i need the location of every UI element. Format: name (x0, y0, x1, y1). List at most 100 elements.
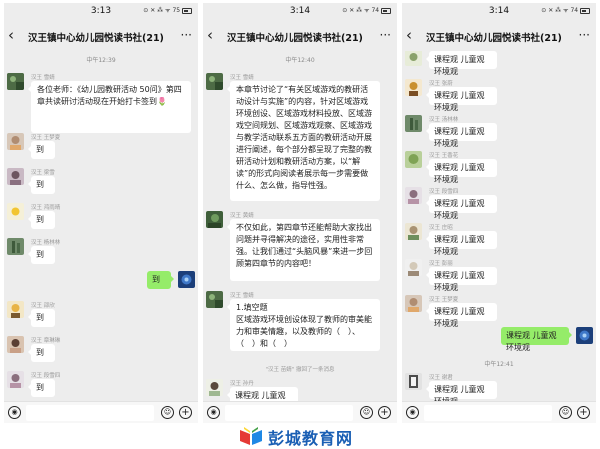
back-arrow-icon[interactable]: ‹ (207, 26, 213, 44)
battery-icon (182, 7, 192, 14)
avatar[interactable] (206, 73, 223, 90)
my-avatar[interactable] (178, 271, 195, 288)
sender-name: 汉王 庄昭 (429, 225, 453, 231)
avatar[interactable] (206, 211, 223, 228)
message-bubble[interactable]: 课程观 儿童观 环境观 (426, 381, 497, 401)
sender-name: 汉王 段雪四 (31, 373, 61, 379)
message-list[interactable]: 中午12:40 汉王 雪婧 本章节讨论了“有关区域游戏的教研活动设计与实施”的内… (203, 51, 397, 401)
message-bubble[interactable]: 课程观 儿童观 环境观 (426, 303, 497, 328)
avatar[interactable] (206, 379, 223, 396)
message-bubble[interactable]: 到 (28, 211, 55, 229)
message-list[interactable]: 课程观 儿童观 环境观 汉王 张蔚 课程观 儿童观 环境观 汉王 汤林林 课程观… (402, 51, 596, 401)
avatar[interactable] (405, 51, 422, 66)
my-avatar[interactable] (576, 327, 593, 344)
avatar[interactable] (206, 291, 223, 308)
message-bubble[interactable]: 课程观 儿童观 环境观 (426, 267, 497, 292)
message-item: 汉王 雪婧 本章节讨论了“有关区域游戏的教研活动设计与实施”的内容，针对区域游戏… (203, 73, 397, 201)
voice-input-icon[interactable]: ◉ (207, 406, 220, 419)
avatar[interactable] (7, 301, 24, 318)
avatar[interactable] (405, 295, 422, 312)
more-options-icon[interactable]: ··· (181, 28, 192, 42)
message-item: 汉王 汤林林 课程观 儿童观 环境观 (402, 115, 596, 148)
avatar-image (206, 73, 223, 90)
message-input[interactable] (225, 405, 353, 421)
avatar[interactable] (405, 115, 422, 132)
message-item: 汉王 王梦夏 到 (4, 133, 198, 163)
message-item: 汉王 邵欣 到 (4, 301, 198, 331)
message-item: 汉王 谢君 课程观 儿童观 环境观 (402, 373, 596, 401)
message-input[interactable] (424, 405, 552, 421)
voice-input-icon[interactable]: ◉ (8, 406, 21, 419)
message-input[interactable] (26, 405, 154, 421)
more-options-icon[interactable]: ··· (579, 28, 590, 42)
avatar[interactable] (405, 373, 422, 390)
emoji-icon[interactable]: ☺ (360, 406, 373, 419)
message-bubble[interactable]: 到 (28, 246, 55, 264)
plus-icon[interactable]: + (577, 406, 590, 419)
avatar[interactable] (7, 336, 24, 353)
avatar-image (405, 79, 422, 96)
emoji-icon[interactable]: ☺ (559, 406, 572, 419)
message-bubble[interactable]: 课程观 儿童观 环境观 (426, 51, 497, 76)
message-item: 汉王 段雪四 课程观 儿童观 环境观 (402, 187, 596, 220)
back-arrow-icon[interactable]: ‹ (406, 26, 412, 44)
message-bubble[interactable]: 课程观 儿童观 环境观 (501, 327, 572, 352)
chat-title: 汉王镇中心幼儿园悦读书社(21) (426, 33, 562, 44)
avatar[interactable] (405, 223, 422, 240)
avatar[interactable] (7, 133, 24, 150)
voice-input-icon[interactable]: ◉ (406, 406, 419, 419)
avatar[interactable] (7, 203, 24, 220)
avatar-image (405, 151, 422, 168)
message-bubble[interactable]: 到 (28, 344, 55, 362)
message-bubble[interactable]: 课程观 儿童观 环境观 (426, 123, 497, 148)
back-arrow-icon[interactable]: ‹ (8, 26, 14, 44)
input-bar: ◉ ☺ + (203, 401, 397, 423)
avatar[interactable] (405, 187, 422, 204)
message-bubble[interactable]: 课程观 儿童观 环境观 (426, 159, 497, 184)
message-bubble[interactable]: 课程观 儿童观 环境观 (227, 387, 298, 401)
status-bar: 3:13 ⊙ ✕ ⁂ ᯤ 75 (4, 3, 198, 19)
message-list[interactable]: 中午12:39 汉王 雪婧 各位老师：《幼儿园教研活动 50问》第四章共读研讨活… (4, 51, 198, 401)
message-timestamp: 中午12:40 (285, 57, 315, 64)
screenshot-collage: 3:13 ⊙ ✕ ⁂ ᯤ 75 ‹ 汉王镇中心幼儿园悦读书社(21) ··· 中… (0, 0, 600, 449)
message-item: 汉王 雪婧 各位老师：《幼儿园教研活动 50问》第四章共读研讨活动现在开始打卡签… (4, 73, 198, 133)
message-bubble[interactable]: 到 (28, 309, 55, 327)
message-bubble[interactable]: 课程观 儿童观 环境观 (426, 87, 497, 112)
message-bubble[interactable]: 课程观 儿童观 环境观 (426, 195, 497, 220)
sender-name: 汉王 孙丹 (230, 381, 254, 387)
message-bubble[interactable]: 课程观 儿童观 环境观 (426, 231, 497, 256)
avatar-image (206, 379, 223, 396)
message-bubble[interactable]: 到 (28, 176, 55, 194)
sender-name: 汉王 雪婧 (230, 293, 254, 299)
message-bubble[interactable]: 到 (147, 271, 174, 289)
message-bubble[interactable]: 各位老师：《幼儿园教研活动 50问》第四章共读研讨活动现在开始打卡签到🌷 (28, 81, 191, 133)
emoji-icon[interactable]: ☺ (161, 406, 174, 419)
plus-icon[interactable]: + (179, 406, 192, 419)
message-bubble[interactable]: 不仅如此，第四章节还能帮助大家找出问题并寻得解决的途径，实用性非常强。让我们通过… (227, 219, 380, 281)
avatar[interactable] (7, 168, 24, 185)
avatar[interactable] (7, 371, 24, 388)
plus-icon[interactable]: + (378, 406, 391, 419)
avatar-image (405, 259, 422, 276)
avatar[interactable] (7, 73, 24, 90)
avatar[interactable] (405, 151, 422, 168)
avatar-image (7, 371, 24, 388)
message-bubble[interactable]: 到 (28, 141, 55, 159)
recall-notice: "汉王 苗婧" 撤回了一条消息 (265, 367, 335, 373)
message-bubble[interactable]: 到 (28, 379, 55, 397)
avatar-image (178, 271, 195, 288)
message-bubble[interactable]: 本章节讨论了“有关区域游戏的教研活动设计与实施”的内容，针对区域游戏环境创设、区… (227, 81, 380, 201)
chat-header: ‹ 汉王镇中心幼儿园悦读书社(21) ··· (4, 21, 198, 51)
avatar[interactable] (405, 259, 422, 276)
avatar[interactable] (405, 79, 422, 96)
avatar-image (206, 211, 223, 228)
message-bubble[interactable]: 1.填空题 区域游戏环境创设体现了教师的审美能力和审美情趣，以及教师的（ ）、（… (227, 299, 380, 351)
avatar[interactable] (7, 238, 24, 255)
message-timestamp: 中午12:41 (484, 361, 514, 368)
status-indicators: ⊙ ✕ ⁂ ᯤ 74 (541, 7, 579, 14)
sender-name: 汉王 王梦夏 (429, 297, 459, 303)
battery-icon (580, 7, 590, 14)
more-options-icon[interactable]: ··· (380, 28, 391, 42)
message-item: 课程观 儿童观 环境观 (402, 51, 596, 76)
chat-header: ‹ 汉王镇中心幼儿园悦读书社(21) ··· (203, 21, 397, 51)
